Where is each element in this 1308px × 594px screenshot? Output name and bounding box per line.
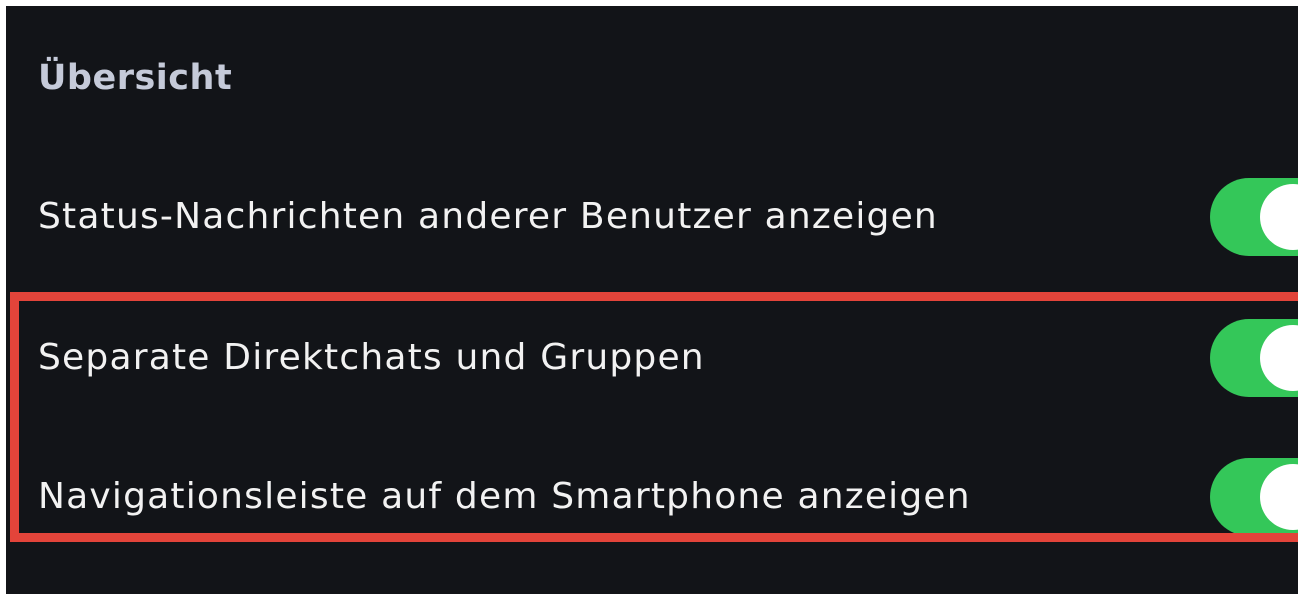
toggle-knob	[1260, 464, 1298, 530]
settings-screen: Übersicht Status-Nachrichten anderer Ben…	[6, 6, 1298, 594]
status-messages-toggle[interactable]	[1210, 178, 1298, 256]
toggle-knob	[1260, 325, 1298, 391]
setting-row-navigation-bar: Navigationsleiste auf dem Smartphone anz…	[6, 458, 1298, 538]
setting-row-separate-chats: Separate Direktchats und Gruppen	[6, 319, 1298, 399]
setting-row-status-messages: Status-Nachrichten anderer Benutzer anze…	[6, 178, 1298, 258]
toggle-knob	[1260, 184, 1298, 250]
separate-chats-toggle[interactable]	[1210, 319, 1298, 397]
section-title: Übersicht	[38, 58, 233, 98]
navigation-bar-toggle[interactable]	[1210, 458, 1298, 536]
right-edge	[1298, 0, 1308, 594]
setting-label: Separate Direktchats und Gruppen	[38, 337, 705, 378]
setting-label: Navigationsleiste auf dem Smartphone anz…	[38, 476, 971, 517]
setting-label: Status-Nachrichten anderer Benutzer anze…	[38, 196, 938, 237]
